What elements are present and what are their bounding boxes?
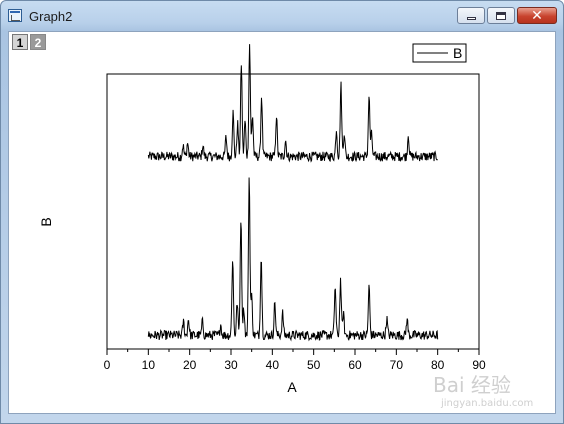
x-axis-label: A <box>287 379 297 395</box>
x-tick-label: 30 <box>224 358 238 372</box>
graph-window: Graph2 ✕ 1 2 0 10 20 30 40 50 60 70 80 90 A B B B… <box>0 0 564 424</box>
watermark-url: jingyan.baidu.com <box>441 398 534 409</box>
watermark-logo: Bai 经验 <box>433 373 511 397</box>
minimize-button[interactable] <box>457 7 485 24</box>
x-tick-label: 10 <box>142 358 156 372</box>
maximize-icon <box>496 11 506 20</box>
plot-frame <box>106 73 480 350</box>
close-icon: ✕ <box>531 7 543 24</box>
x-tick-label: 60 <box>348 358 362 372</box>
graph-page[interactable]: 1 2 0 10 20 30 40 50 60 70 80 90 A B B <box>8 31 556 414</box>
close-button[interactable]: ✕ <box>517 7 557 24</box>
series-line-1[interactable] <box>147 44 438 163</box>
graph-window-icon[interactable] <box>8 9 22 22</box>
series-group <box>147 44 439 342</box>
minimize-icon <box>466 16 476 20</box>
chart[interactable]: 0 10 20 30 40 50 60 70 80 90 A B B <box>9 32 555 413</box>
title-bar[interactable]: Graph2 ✕ <box>1 1 563 31</box>
x-axis: 0 10 20 30 40 50 60 70 80 90 <box>104 349 486 372</box>
legend-label: B <box>453 45 462 61</box>
y-axis-label: B <box>38 217 54 226</box>
window-title: Graph2 <box>29 9 73 24</box>
maximize-button[interactable] <box>487 7 515 24</box>
x-tick-label: 70 <box>390 358 404 372</box>
x-tick-label: 40 <box>266 358 280 372</box>
x-tick-label: 0 <box>104 358 111 372</box>
series-line-2[interactable] <box>147 177 439 342</box>
x-tick-label: 20 <box>183 358 197 372</box>
legend[interactable]: B <box>412 43 467 63</box>
x-tick-label: 50 <box>307 358 321 372</box>
